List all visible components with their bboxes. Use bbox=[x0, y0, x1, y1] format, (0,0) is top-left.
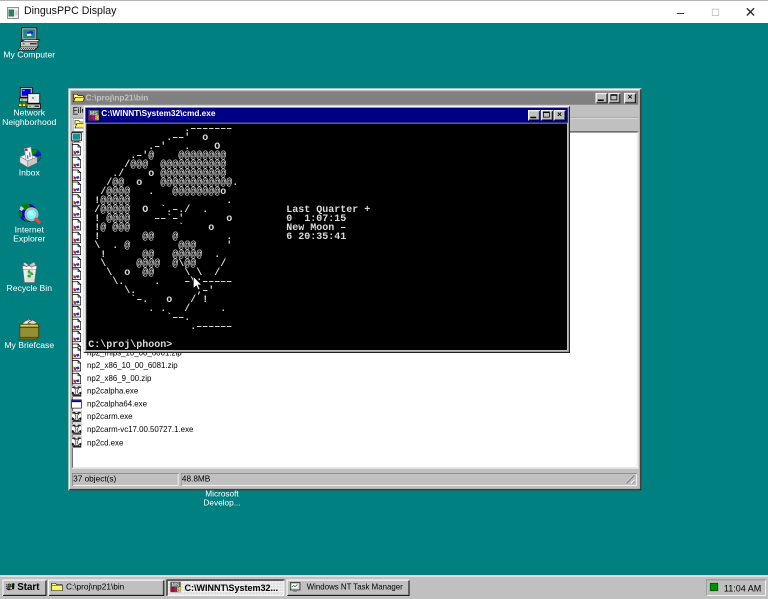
svg-text:DS: DS bbox=[171, 588, 179, 594]
svg-text:DS: DS bbox=[90, 115, 98, 121]
